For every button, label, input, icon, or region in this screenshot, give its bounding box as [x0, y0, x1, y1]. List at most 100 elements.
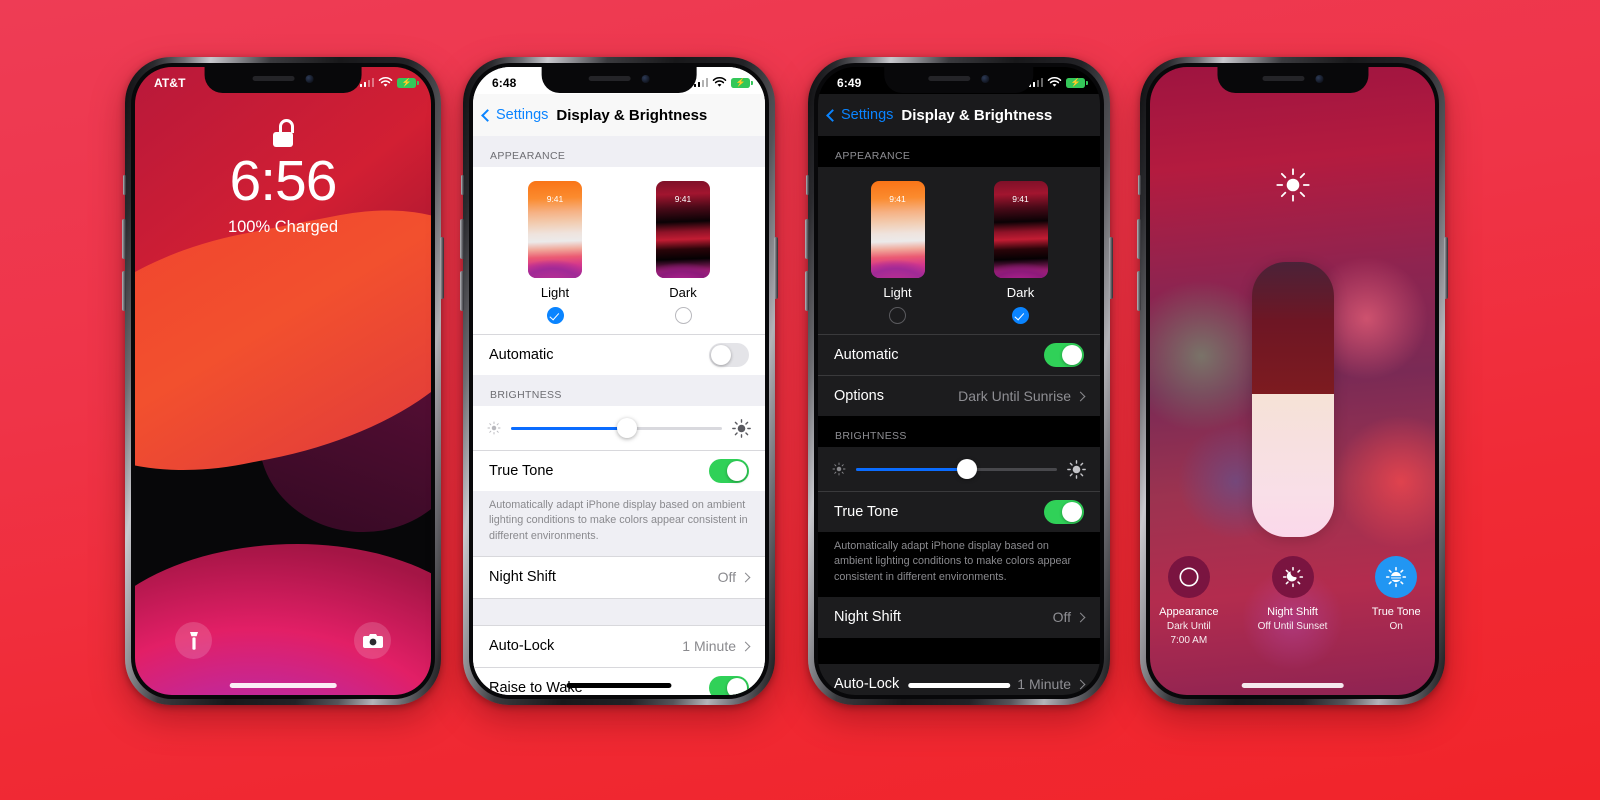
true-tone-tile[interactable]: True Tone On	[1357, 555, 1435, 647]
night-shift-tile[interactable]: Night Shift Off Until Sunset	[1254, 555, 1332, 647]
dark-option-radio[interactable]	[674, 307, 692, 324]
night-shift-row[interactable]: Night Shift Off	[818, 597, 1100, 638]
wifi-icon	[712, 77, 727, 87]
mute-switch[interactable]	[1138, 175, 1141, 195]
sun-small-icon	[487, 421, 501, 435]
appearance-option-light[interactable]: 9:41 Light	[528, 181, 582, 324]
settings-scroll-dark[interactable]: Settings Display & Brightness APPEARANCE…	[818, 94, 1100, 695]
true-tone-toggle[interactable]	[709, 459, 749, 483]
front-camera	[981, 74, 990, 83]
auto-lock-value: 1 Minute	[1017, 676, 1071, 693]
sun-large-icon	[732, 418, 751, 438]
thumb-time: 9:41	[889, 194, 906, 204]
volume-down-button[interactable]	[1137, 271, 1141, 311]
appearance-option-light[interactable]: 9:41 Light	[870, 181, 925, 324]
volume-up-button[interactable]	[805, 219, 809, 259]
automatic-toggle[interactable]	[709, 343, 749, 367]
settings-scroll-light[interactable]: Settings Display & Brightness APPEARANCE…	[473, 94, 765, 695]
chevron-left-icon	[481, 108, 494, 122]
chevron-right-icon	[740, 572, 751, 583]
back-to-settings-button[interactable]: Settings	[481, 107, 548, 123]
power-button[interactable]	[1109, 237, 1113, 299]
thumb-time: 9:41	[1012, 194, 1029, 204]
light-option-radio[interactable]	[889, 307, 906, 324]
night-shift-tile-circle[interactable]	[1271, 555, 1314, 598]
home-indicator[interactable]	[566, 683, 672, 688]
auto-lock-row[interactable]: Auto-Lock 1 Minute	[818, 664, 1100, 695]
appearance-options-row[interactable]: Options Dark Until Sunrise	[818, 375, 1100, 416]
appearance-option-dark[interactable]: 9:41 Dark	[656, 181, 710, 324]
camera-icon	[362, 633, 383, 648]
night-shift-value: Off	[1052, 609, 1071, 626]
home-indicator[interactable]	[908, 683, 1010, 688]
raise-to-wake-row[interactable]: Raise to Wake	[473, 666, 765, 695]
power-button[interactable]	[440, 237, 444, 299]
true-tone-row[interactable]: True Tone	[473, 450, 765, 491]
volume-down-button[interactable]	[122, 271, 126, 311]
home-indicator[interactable]	[229, 683, 337, 688]
notch	[541, 67, 697, 93]
volume-up-button[interactable]	[460, 219, 464, 259]
camera-button[interactable]	[354, 622, 391, 659]
front-camera	[641, 74, 650, 83]
cellular-signal-icon	[359, 78, 374, 87]
brightness-slider-unfilled	[1251, 262, 1334, 394]
volume-up-button[interactable]	[122, 219, 126, 259]
power-button[interactable]	[1444, 237, 1448, 299]
volume-down-button[interactable]	[460, 271, 464, 311]
brightness-card: True Tone	[818, 447, 1100, 532]
dark-option-label: Dark	[669, 285, 697, 300]
volume-down-button[interactable]	[805, 271, 809, 311]
mute-switch[interactable]	[806, 175, 809, 195]
flashlight-button[interactable]	[175, 622, 212, 659]
night-shift-tile-state: Off Until Sunset	[1257, 621, 1328, 632]
true-tone-tile-circle[interactable]	[1375, 555, 1418, 598]
brightness-track[interactable]	[511, 418, 722, 438]
appearance-option-dark[interactable]: 9:41 Dark	[993, 181, 1048, 324]
mute-switch[interactable]	[461, 175, 464, 195]
appearance-tile[interactable]: Appearance Dark Until 7:00 AM	[1150, 555, 1228, 647]
brightness-slider-row[interactable]	[818, 447, 1100, 491]
light-option-radio[interactable]	[546, 307, 564, 324]
true-tone-toggle[interactable]	[1044, 500, 1084, 524]
automatic-toggle[interactable]	[1044, 343, 1084, 367]
appearance-card: 9:41 Light 9:41 Dark	[473, 167, 765, 375]
automatic-row[interactable]: Automatic	[818, 334, 1100, 375]
brightness-slider-expanded[interactable]	[1251, 262, 1334, 537]
true-tone-row[interactable]: True Tone	[818, 491, 1100, 532]
night-shift-row[interactable]: Night Shift Off	[473, 557, 765, 598]
power-button[interactable]	[774, 237, 778, 299]
appearance-section-header: APPEARANCE	[835, 150, 911, 162]
chevron-right-icon	[1075, 391, 1086, 401]
auto-lock-label: Auto-Lock	[489, 638, 555, 655]
status-time: 6:49	[837, 75, 862, 90]
earpiece-speaker	[928, 76, 971, 81]
earpiece-speaker	[252, 76, 295, 81]
auto-lock-row[interactable]: Auto-Lock 1 Minute	[473, 626, 765, 667]
appearance-tile-circle[interactable]	[1167, 555, 1210, 598]
automatic-row[interactable]: Automatic	[473, 334, 765, 375]
back-to-settings-button[interactable]: Settings	[826, 107, 893, 123]
automatic-label: Automatic	[489, 347, 554, 363]
brightness-slider-row[interactable]	[473, 406, 765, 450]
front-camera	[305, 74, 314, 83]
home-indicator[interactable]	[1241, 683, 1344, 688]
brightness-track[interactable]	[856, 459, 1057, 479]
phone-3-settings-dark: 6:49 ⚡ Settings Display & Brightness APP…	[805, 57, 1113, 705]
night-shift-card: Night Shift Off	[473, 555, 765, 599]
control-center-tiles: Appearance Dark Until 7:00 AM Night Shif…	[1150, 555, 1435, 647]
volume-up-button[interactable]	[1137, 219, 1141, 259]
appearance-picker: 9:41 Light 9:41 Dark	[818, 167, 1100, 334]
raise-to-wake-toggle[interactable]	[709, 675, 749, 695]
brightness-knob[interactable]	[617, 418, 638, 438]
front-camera	[1314, 74, 1323, 83]
phone-2-settings-light: 6:48 ⚡ Settings Display & Brightness APP…	[460, 57, 778, 705]
mute-switch[interactable]	[123, 175, 126, 195]
brightness-knob[interactable]	[956, 459, 977, 479]
true-tone-footnote: Automatically adapt iPhone display based…	[834, 540, 1072, 583]
dark-option-radio[interactable]	[1012, 307, 1029, 324]
night-shift-tile-label: Night Shift	[1267, 605, 1318, 618]
phone-bezel: 6:48 ⚡ Settings Display & Brightness APP…	[469, 63, 769, 699]
